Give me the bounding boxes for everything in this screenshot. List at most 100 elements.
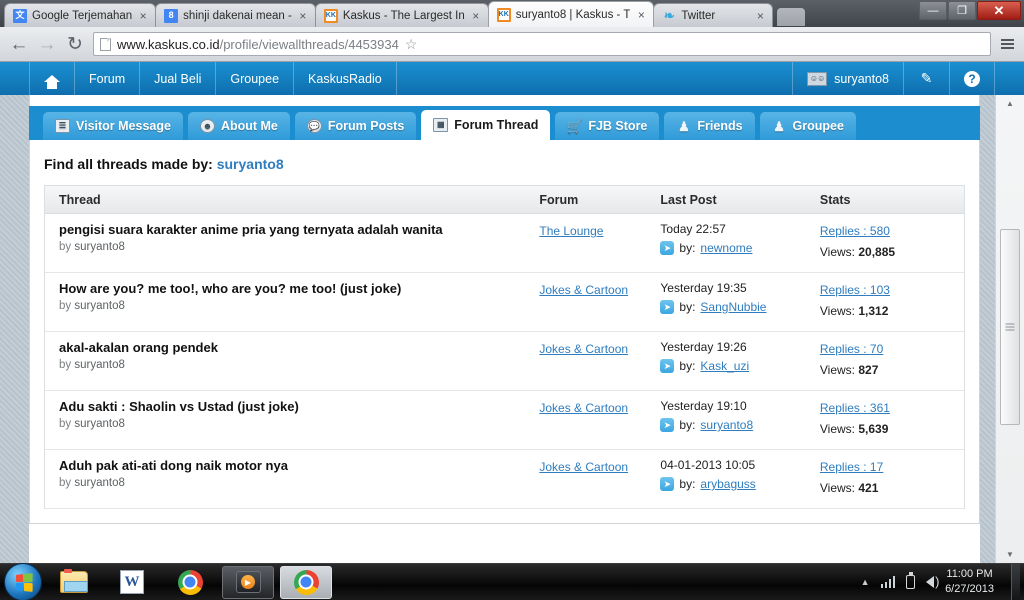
thread-title[interactable]: akal-akalan orang pendek (59, 340, 539, 356)
restore-button[interactable]: ❐ (948, 1, 976, 20)
taskbar-explorer-button[interactable] (48, 566, 100, 599)
browser-tab-twitter[interactable]: ❧ Twitter × (653, 3, 774, 27)
thread-title[interactable]: How are you? me too!, who are you? me to… (59, 281, 539, 297)
scrollbar-thumb[interactable] (1000, 229, 1020, 425)
thread-title[interactable]: Adu sakti : Shaolin vs Ustad (just joke) (59, 399, 539, 415)
nav-kaskusradio[interactable]: KaskusRadio (294, 62, 397, 95)
tab-forum-thread[interactable]: ▦ Forum Thread (421, 110, 551, 140)
person-icon: ♟ (678, 118, 690, 134)
table-row[interactable]: Adu sakti : Shaolin vs Ustad (just joke)… (45, 391, 964, 450)
tab-close-icon[interactable]: × (137, 9, 149, 23)
nav-jual-beli[interactable]: Jual Beli (140, 62, 217, 95)
browser-tab-google-terjemahan[interactable]: 文 Google Terjemahan × (4, 3, 157, 27)
thread-title[interactable]: pengisi suara karakter anime pria yang t… (59, 222, 539, 238)
nav-user-menu[interactable]: ☺☺ suryanto8 (792, 62, 904, 95)
replies-line: Replies : 103 (820, 281, 964, 299)
tab-fjb-store[interactable]: 🛒 FJB Store (555, 112, 660, 140)
nav-forum[interactable]: Forum (75, 62, 141, 95)
tab-visitor-message[interactable]: ☰ Visitor Message (43, 112, 183, 140)
last-post-date: 04-01-2013 10:05 (660, 458, 756, 472)
tab-label: Forum Posts (327, 119, 405, 133)
tab-close-icon[interactable]: × (754, 9, 766, 23)
last-post-author-link[interactable]: arybaguss (700, 477, 755, 491)
taskbar-clock[interactable]: 11:00 PM 6/27/2013 (945, 567, 1000, 597)
replies-link[interactable]: Replies : 70 (820, 342, 883, 356)
forum-link[interactable]: Jokes & Cartoon (539, 460, 628, 474)
tab-groupee[interactable]: ♟ Groupee (759, 112, 856, 140)
replies-link[interactable]: Replies : 17 (820, 460, 883, 474)
help-icon: ? (964, 70, 980, 87)
minimize-button[interactable]: — (919, 1, 947, 20)
speaker-icon[interactable] (926, 574, 939, 589)
new-tab-button[interactable] (777, 8, 806, 26)
nav-groupee[interactable]: Groupee (216, 62, 295, 95)
page-scrollbar[interactable]: ▲ ▼ (995, 95, 1024, 563)
show-desktop-button[interactable] (1011, 564, 1020, 600)
back-icon[interactable]: ← (9, 35, 29, 54)
table-row[interactable]: akal-akalan orang pendek by suryanto8 Jo… (45, 332, 964, 391)
find-threads-username-link[interactable]: suryanto8 (217, 156, 284, 172)
goto-last-post-icon[interactable]: ➤ (660, 300, 675, 314)
thread-author: by suryanto8 (59, 300, 539, 312)
tab-friends[interactable]: ♟ Friends (664, 112, 755, 140)
last-post-cell: Yesterday 19:26 ➤ by: Kask_uzi (660, 340, 819, 373)
scroll-up-arrow[interactable]: ▲ (996, 95, 1024, 112)
browser-menu-icon[interactable] (999, 39, 1015, 49)
last-post-author-link[interactable]: Kask_uzi (700, 359, 749, 373)
kaskus-icon: KK (323, 8, 338, 23)
replies-link[interactable]: Replies : 580 (820, 224, 890, 238)
goto-last-post-icon[interactable]: ➤ (660, 418, 675, 432)
replies-link[interactable]: Replies : 361 (820, 401, 890, 415)
forum-link[interactable]: Jokes & Cartoon (539, 283, 628, 297)
forward-icon[interactable]: → (37, 35, 57, 54)
tab-about-me[interactable]: ☻ About Me (187, 112, 290, 140)
tab-close-icon[interactable]: × (297, 9, 309, 23)
forum-link[interactable]: The Lounge (539, 224, 603, 238)
nav-home[interactable] (29, 62, 75, 95)
tab-forum-posts[interactable]: 💬 Forum Posts (294, 112, 417, 140)
table-row[interactable]: pengisi suara karakter anime pria yang t… (45, 214, 964, 273)
browser-tab-suryanto8-kaskus[interactable]: KK suryanto8 | Kaskus - T × (487, 1, 655, 27)
taskbar-word-button[interactable]: W (106, 566, 158, 599)
profile-tabs: ☰ Visitor Message ☻ About Me 💬 Forum Pos… (29, 106, 980, 140)
browser-tab-strip: 文 Google Terjemahan × 8 shinji dakenai m… (0, 0, 1024, 27)
goto-last-post-icon[interactable]: ➤ (660, 241, 675, 255)
taskbar-chrome-button[interactable] (164, 566, 216, 599)
tab-close-icon[interactable]: × (635, 8, 647, 22)
user-circle-icon: ☻ (199, 119, 215, 133)
thread-title[interactable]: Aduh pak ati-ati dong naik motor nya (59, 458, 539, 474)
last-post-author-link[interactable]: newnome (700, 241, 752, 255)
views-count: 5,639 (858, 422, 889, 436)
last-post-author-link[interactable]: suryanto8 (700, 418, 753, 432)
battery-icon[interactable] (906, 572, 916, 589)
reload-icon[interactable]: ↻ (65, 35, 85, 54)
replies-link[interactable]: Replies : 103 (820, 283, 890, 297)
address-bar[interactable]: www.kaskus.co.id/profile/viewallthreads/… (93, 32, 991, 56)
last-post-by-prefix: by: (679, 241, 696, 255)
scroll-down-arrow[interactable]: ▼ (996, 546, 1024, 563)
nav-help[interactable]: ? (950, 62, 995, 95)
browser-tab-shinji-dakenai[interactable]: 8 shinji dakenai mean - × (155, 3, 316, 27)
signal-bars-icon[interactable] (880, 576, 896, 588)
last-post-cell: 04-01-2013 10:05 ➤ by: arybaguss (660, 458, 819, 491)
page-icon (100, 37, 111, 51)
close-window-button[interactable]: ✕ (977, 1, 1021, 20)
taskbar-media-player-button[interactable]: ▶ (222, 565, 274, 599)
forum-link[interactable]: Jokes & Cartoon (539, 342, 628, 356)
goto-last-post-icon[interactable]: ➤ (660, 359, 675, 373)
tab-close-icon[interactable]: × (470, 9, 482, 23)
taskbar-chrome-active-button[interactable] (280, 565, 332, 599)
forum-link[interactable]: Jokes & Cartoon (539, 401, 628, 415)
table-row[interactable]: How are you? me too!, who are you? me to… (45, 273, 964, 332)
start-button[interactable] (4, 563, 42, 600)
bookmark-star-icon[interactable]: ☆ (405, 36, 418, 53)
thread-cell: akal-akalan orang pendek by suryanto8 (45, 340, 539, 371)
table-row[interactable]: Aduh pak ati-ati dong naik motor nya by … (45, 450, 964, 509)
last-post-cell: Yesterday 19:10 ➤ by: suryanto8 (660, 399, 819, 432)
views-line: Views: 20,885 (820, 245, 964, 259)
last-post-author-link[interactable]: SangNubbie (700, 300, 766, 314)
goto-last-post-icon[interactable]: ➤ (660, 477, 675, 491)
nav-edit[interactable]: ✎ (904, 62, 950, 95)
browser-tab-kaskus[interactable]: KK Kaskus - The Largest In × (314, 3, 489, 27)
tray-overflow-icon[interactable]: ▲ (861, 577, 870, 587)
